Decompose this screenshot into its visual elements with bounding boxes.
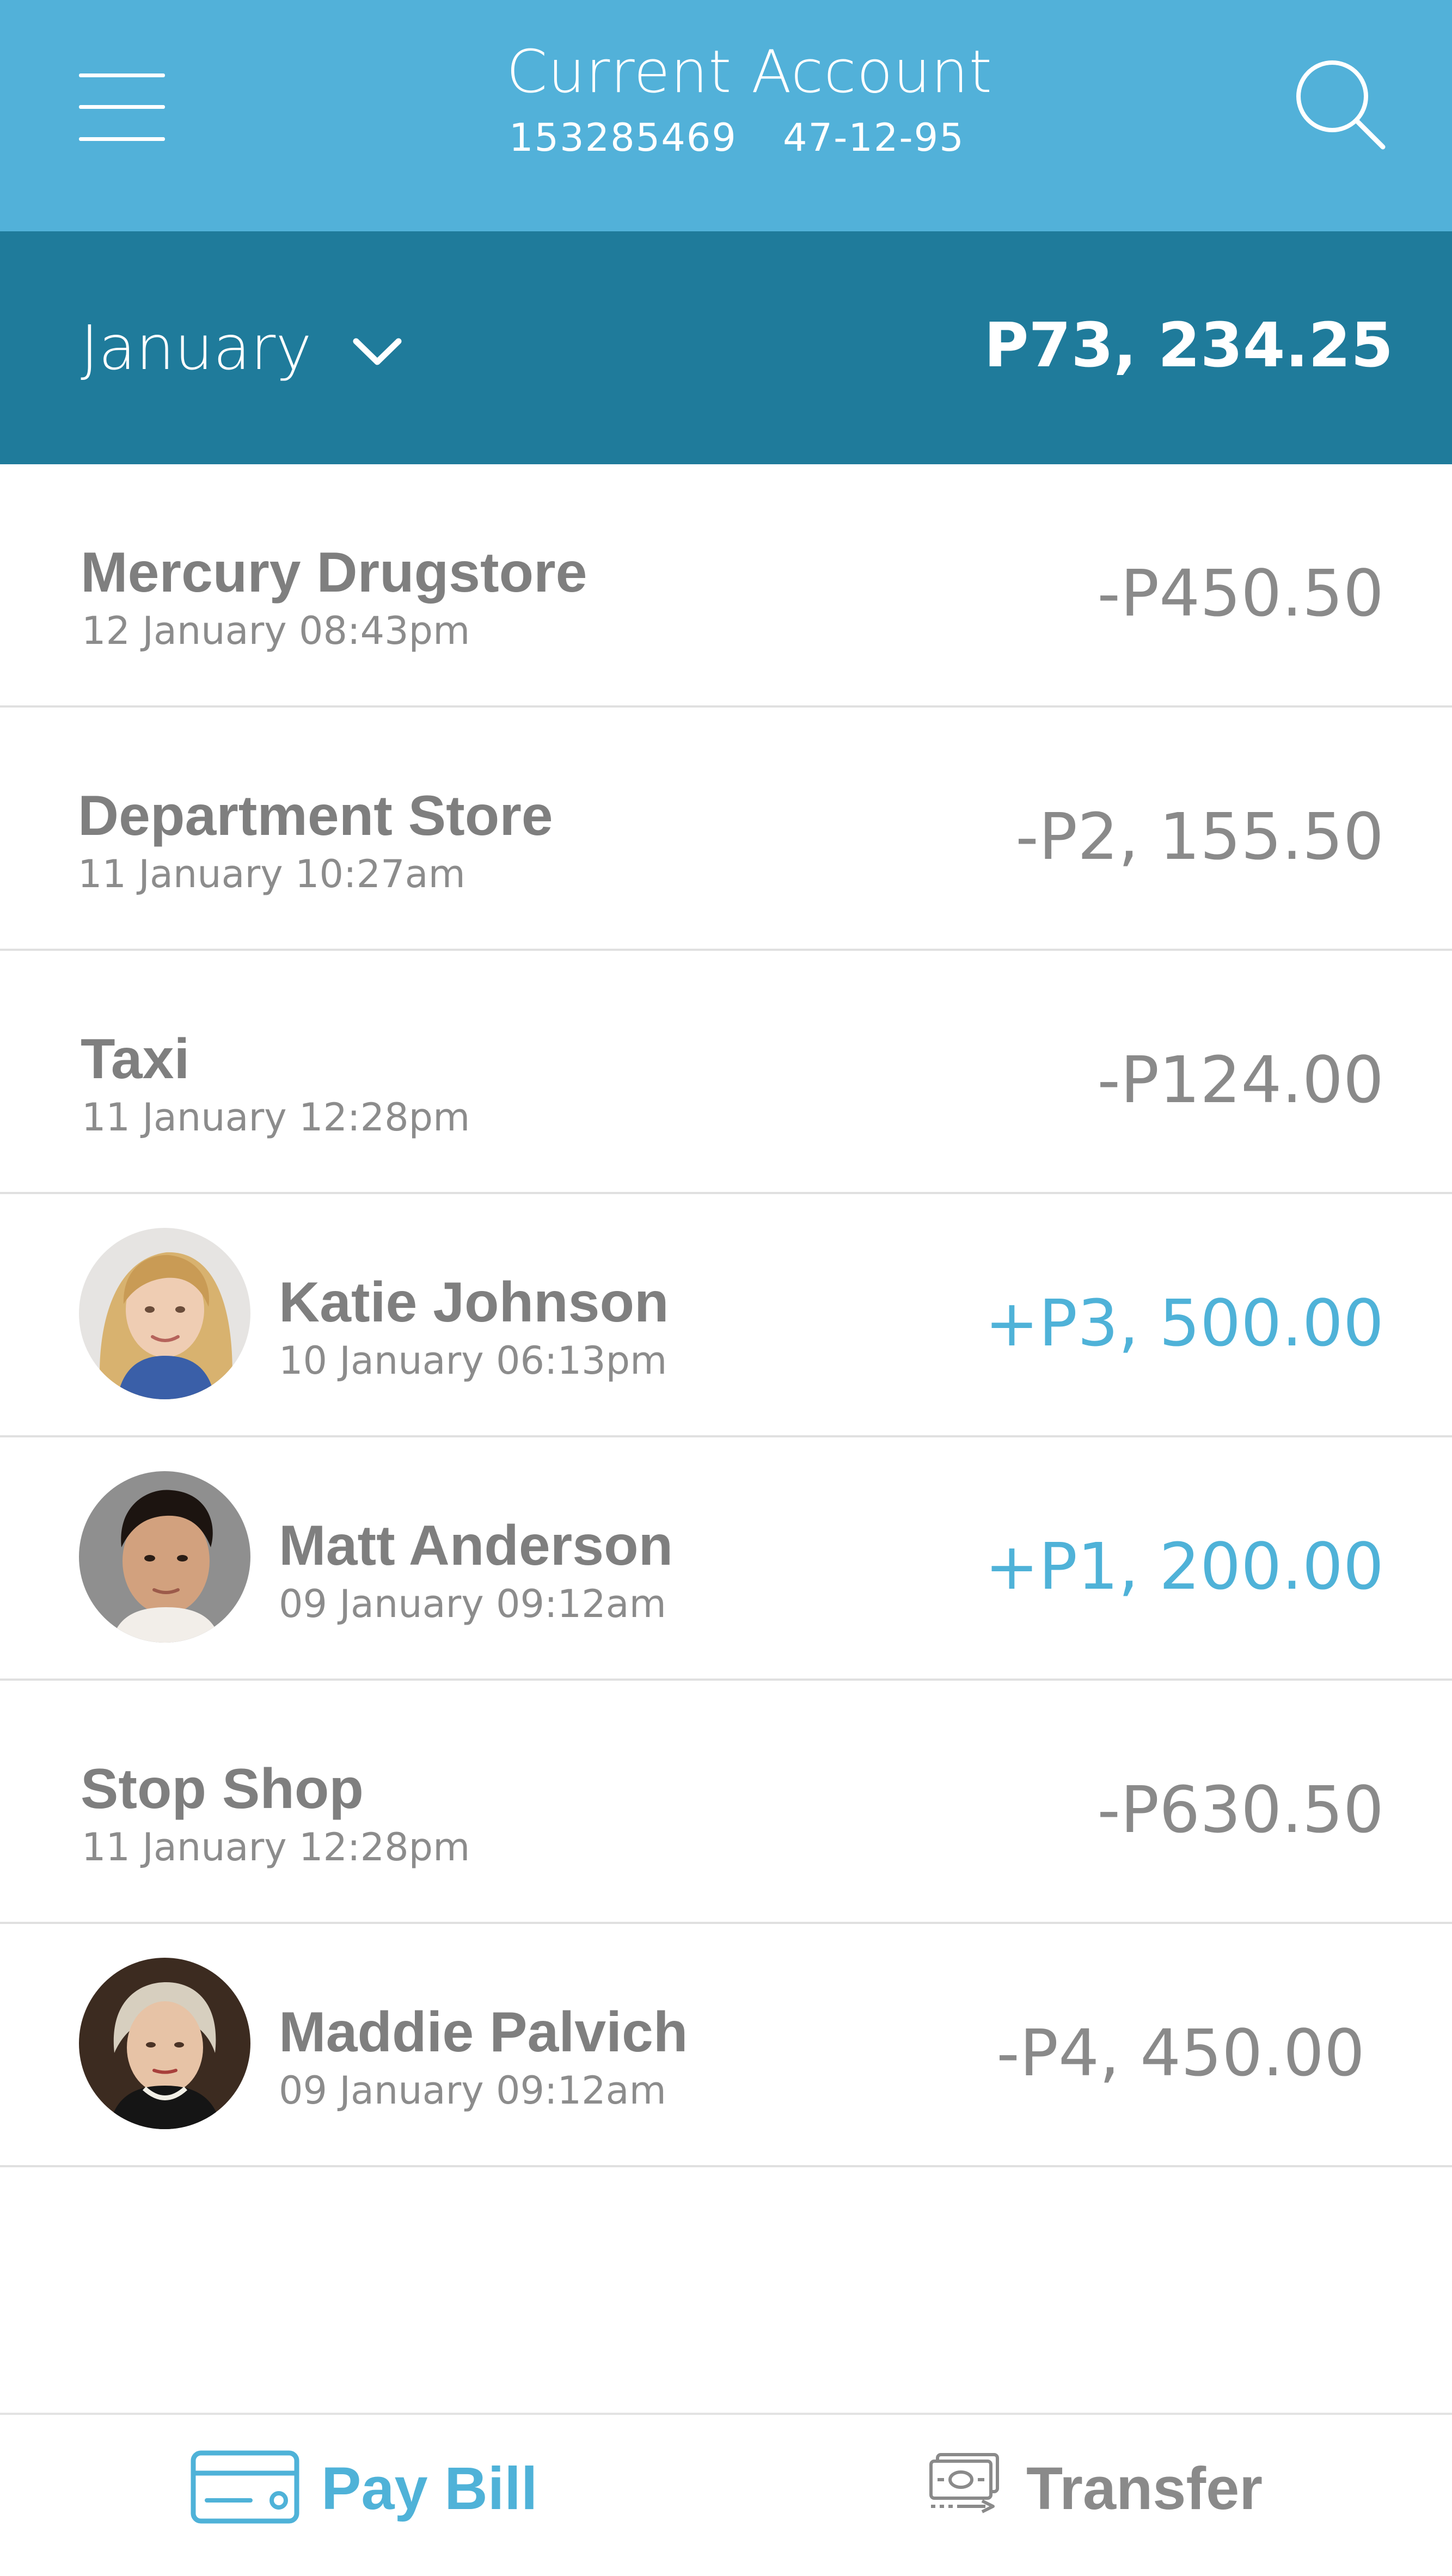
- transfer-label: Transfer: [1026, 2455, 1263, 2522]
- transaction-name: Taxi: [81, 1028, 190, 1091]
- transaction-amount: -P2, 155.50: [1015, 799, 1384, 874]
- transaction-name: Department Store: [78, 784, 553, 847]
- search-icon[interactable]: [1293, 57, 1391, 155]
- transaction-date: 09 January 09:12am: [279, 1582, 666, 1626]
- transaction-row[interactable]: Mercury Drugstore 12 January 08:43pm -P4…: [0, 464, 1452, 708]
- transaction-row[interactable]: Stop Shop 11 January 12:28pm -P630.50: [0, 1681, 1452, 1924]
- transaction-row[interactable]: Taxi 11 January 12:28pm -P124.00: [0, 951, 1452, 1194]
- bottom-action-bar: Pay Bill Transfer: [0, 2413, 1452, 2576]
- search-icon-graphic: [1296, 60, 1386, 150]
- transaction-name: Katie Johnson: [279, 1271, 669, 1334]
- transaction-amount: -P4, 450.00: [996, 2015, 1365, 2091]
- month-bar: January P73, 234.25: [0, 231, 1452, 464]
- hamburger-menu-icon[interactable]: [79, 71, 165, 147]
- transaction-date: 09 January 09:12am: [279, 2068, 666, 2113]
- month-selector[interactable]: January: [81, 308, 402, 389]
- avatar-matt-anderson: [79, 1471, 250, 1643]
- transaction-amount: -P630.50: [1097, 1772, 1384, 1847]
- transaction-date: 11 January 12:28pm: [82, 1825, 470, 1870]
- transaction-date: 11 January 12:28pm: [82, 1095, 470, 1140]
- transaction-date: 11 January 10:27am: [78, 852, 465, 896]
- transaction-row[interactable]: Maddie Palvich 09 January 09:12am -P4, 4…: [0, 1924, 1452, 2167]
- avatar-maddie-palvich: [79, 1958, 250, 2129]
- transaction-amount: +P1, 200.00: [984, 1529, 1384, 1604]
- pay-bill-label: Pay Bill: [321, 2455, 538, 2522]
- sort-code: 47-12-95: [783, 115, 965, 160]
- transaction-date: 12 January 08:43pm: [82, 608, 470, 653]
- avatar: [79, 1471, 250, 1643]
- transaction-row[interactable]: Katie Johnson 10 January 06:13pm +P3, 50…: [0, 1194, 1452, 1437]
- month-balance: P73, 234.25: [984, 310, 1393, 381]
- transaction-list: Mercury Drugstore 12 January 08:43pm -P4…: [0, 464, 1452, 2167]
- transaction-name: Mercury Drugstore: [81, 541, 587, 604]
- account-summary: Current Account 153285469 47-12-95: [506, 38, 992, 169]
- transfer-button[interactable]: Transfer: [926, 2448, 1263, 2529]
- money-transfer-icon: [926, 2450, 1002, 2526]
- credit-card-icon: [191, 2450, 299, 2526]
- transaction-amount: -P450.50: [1097, 556, 1384, 631]
- month-label: January: [81, 313, 312, 384]
- account-number: 153285469: [509, 115, 737, 160]
- transaction-row[interactable]: Department Store 11 January 10:27am -P2,…: [0, 708, 1452, 951]
- transaction-name: Matt Anderson: [279, 1514, 673, 1577]
- transaction-amount: -P124.00: [1097, 1042, 1384, 1117]
- transaction-row[interactable]: Matt Anderson 09 January 09:12am +P1, 20…: [0, 1437, 1452, 1681]
- pay-bill-button[interactable]: Pay Bill: [191, 2448, 537, 2529]
- chevron-down-icon: [353, 337, 402, 370]
- top-header: Current Account 153285469 47-12-95: [0, 0, 1452, 231]
- menu-bar: [79, 105, 165, 109]
- avatar-katie-johnson: [79, 1228, 250, 1399]
- transaction-name: Maddie Palvich: [279, 2001, 688, 2064]
- page-title: Current Account: [506, 38, 992, 106]
- transaction-date: 10 January 06:13pm: [279, 1338, 667, 1383]
- avatar: [79, 1228, 250, 1399]
- app-screen: Current Account 153285469 47-12-95 Janua…: [0, 0, 1452, 2576]
- avatar: [79, 1958, 250, 2129]
- menu-bar: [79, 73, 165, 77]
- menu-bar: [79, 137, 165, 141]
- transaction-name: Stop Shop: [81, 1757, 364, 1821]
- transaction-amount: +P3, 500.00: [984, 1286, 1384, 1361]
